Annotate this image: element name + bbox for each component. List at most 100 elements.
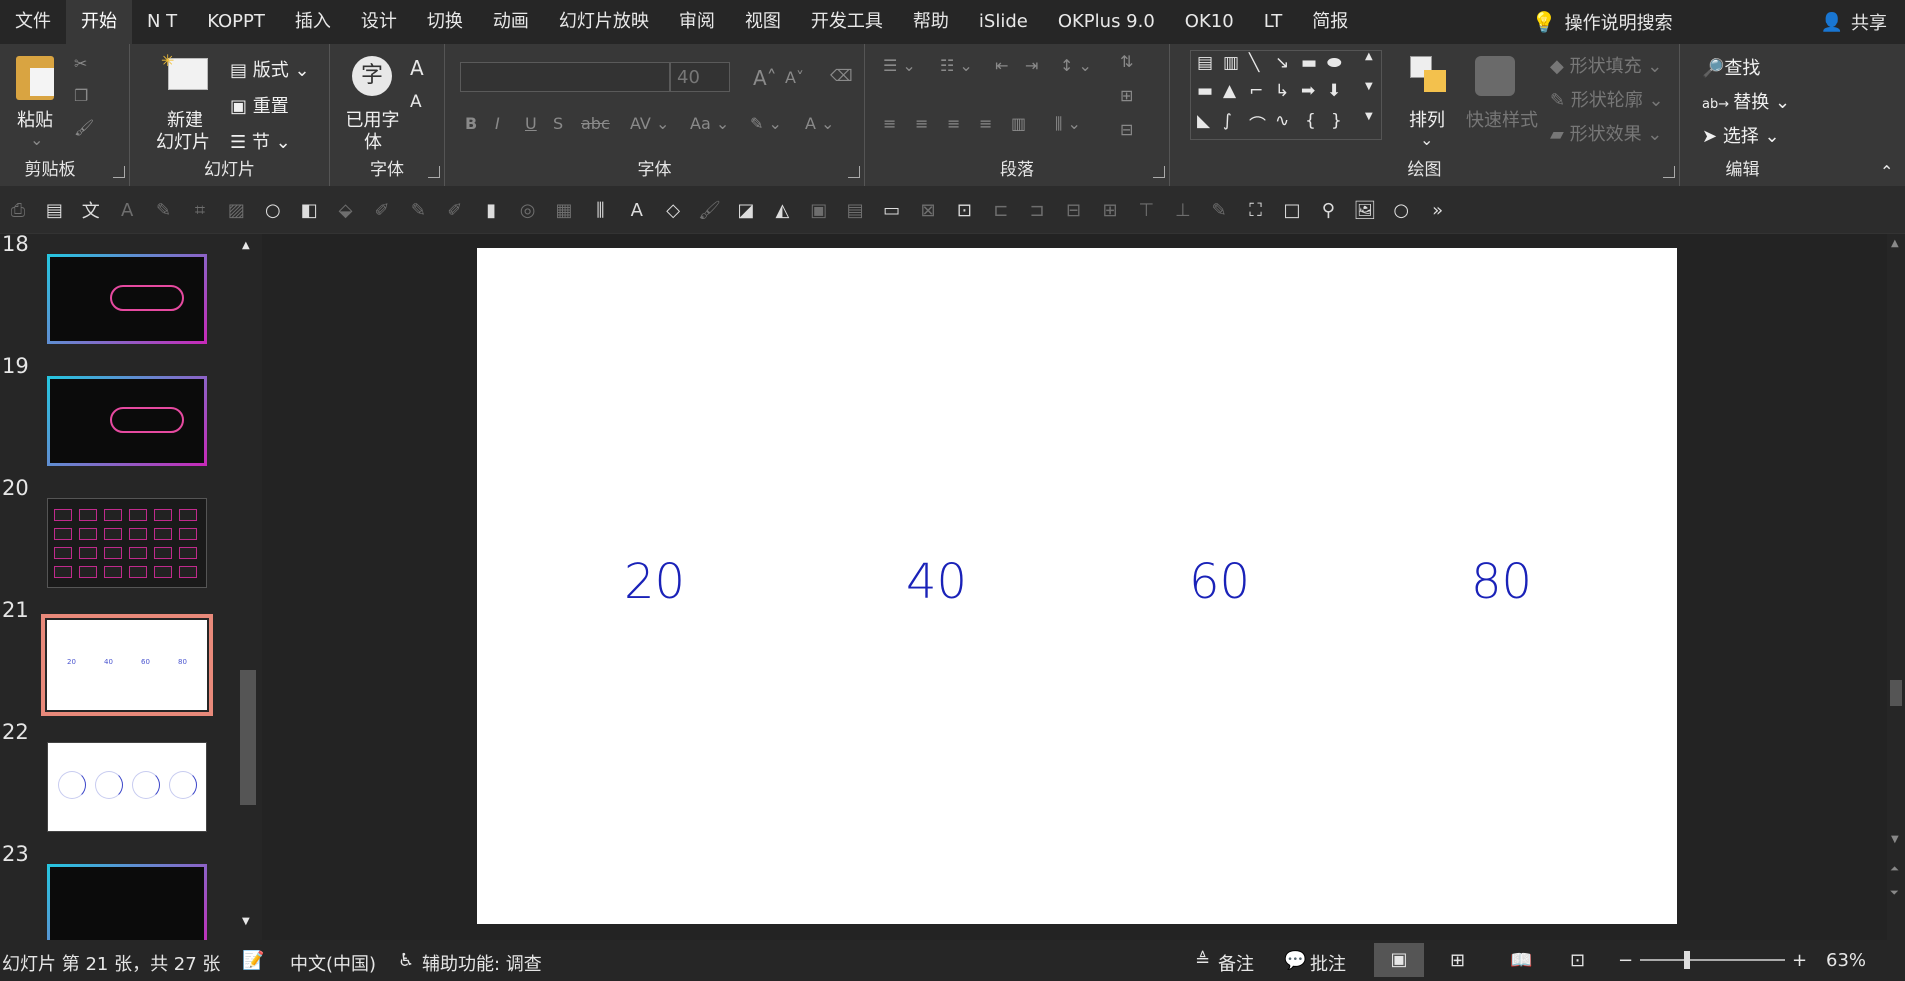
prev-slide-icon[interactable]: ⏶ [1890, 862, 1899, 876]
menu-tab[interactable]: 视图 [730, 0, 796, 44]
slide-thumbnail-row[interactable]: 22 [0, 720, 240, 832]
zoom-out-button[interactable]: − [1618, 950, 1633, 971]
text-direction-icon[interactable]: ⇅ [1120, 52, 1133, 71]
chevron-down-icon[interactable]: ⌄ [30, 130, 43, 149]
menu-tab[interactable]: 动画 [478, 0, 544, 44]
text-effect-icon[interactable]: A [625, 198, 649, 222]
gallery-scroll-down-icon[interactable]: ▼ [1365, 81, 1373, 92]
menu-tab[interactable]: LT [1249, 0, 1298, 44]
spell-check-icon[interactable]: 📝 [242, 950, 264, 971]
used-font-icon[interactable]: 字 [352, 56, 392, 96]
zoom-level[interactable]: 63% [1826, 950, 1866, 971]
bullets-icon[interactable]: ☰ ⌄ [883, 56, 916, 75]
find-button[interactable]: 🔎查找 [1702, 54, 1760, 80]
numbering-icon[interactable]: ☷ ⌄ [940, 56, 973, 75]
accessibility-status[interactable]: 辅助功能: 调查 [422, 950, 542, 976]
slide-thumbnail-row[interactable]: 18 [0, 232, 240, 344]
used-font-label-2[interactable]: 体 [348, 128, 398, 154]
textbox-icon[interactable]: ▤ [42, 198, 66, 222]
elbow-arrow-shape-icon[interactable]: ↳ [1275, 81, 1289, 101]
picture-icon[interactable]: ▨ [224, 198, 248, 222]
rounded-rect-shape-icon[interactable]: ▬ [1197, 81, 1213, 101]
cut-icon[interactable]: ✂ [74, 54, 87, 73]
gallery-more-icon[interactable]: ▼ [1365, 111, 1373, 122]
slide-thumbnail[interactable] [47, 376, 207, 466]
dialog-launcher-icon[interactable] [1153, 166, 1165, 178]
paste-icon[interactable] [16, 56, 54, 100]
distribute-icon[interactable]: ▥ [1011, 114, 1026, 133]
zoom-in-button[interactable]: + [1792, 950, 1807, 971]
slide-thumbnail[interactable] [47, 742, 207, 832]
slideshow-button[interactable]: ⊡ [1570, 950, 1585, 971]
menu-tab[interactable]: OK10 [1170, 0, 1249, 44]
grow-font-icon[interactable]: A [410, 56, 424, 80]
menu-tab[interactable]: 审阅 [664, 0, 730, 44]
grow-font-icon[interactable]: A˄ [753, 66, 777, 90]
rectangle-shape-icon[interactable]: ▬ [1301, 53, 1317, 73]
quick-styles-icon[interactable] [1475, 56, 1515, 96]
new-slide-label-2[interactable]: 幻灯片 [148, 128, 218, 154]
accessibility-icon[interactable]: ♿ [398, 950, 414, 971]
right-arrow-shape-icon[interactable]: ➡ [1301, 81, 1315, 101]
comments-button[interactable]: 批注 [1310, 950, 1346, 976]
menu-tab[interactable]: 幻灯片放映 [544, 0, 664, 44]
slide-canvas[interactable]: 20 40 60 80 [477, 248, 1677, 924]
shadow-icon[interactable]: S [553, 114, 563, 133]
menu-tab[interactable]: 文件 [0, 0, 66, 44]
scroll-up-icon[interactable]: ▲ [242, 240, 250, 251]
menu-tab[interactable]: iSlide [964, 0, 1043, 44]
slide-thumbnail-row[interactable]: 21 20 40 60 80 [0, 598, 240, 716]
vertical-textbox-shape-icon[interactable]: ▥ [1223, 53, 1239, 73]
freeform-shape-icon[interactable]: ∫ [1223, 111, 1232, 131]
dialog-launcher-icon[interactable] [428, 166, 440, 178]
shape-effect-button[interactable]: ▰ 形状效果 ⌄ [1550, 120, 1662, 146]
slide-sorter-button[interactable]: ⊞ [1450, 950, 1465, 971]
shape-outline-button[interactable]: ✎ 形状轮廓 ⌄ [1550, 86, 1664, 112]
paint-bucket-icon[interactable]: ⬙ [334, 198, 358, 222]
scroll-up-icon[interactable]: ▲ [1891, 238, 1899, 249]
font-color-icon[interactable]: A [115, 198, 139, 222]
triangle-shape-icon[interactable]: ▲ [1223, 81, 1236, 101]
fill-color-icon[interactable]: ◧ [297, 198, 321, 222]
next-slide-icon[interactable]: ⏷ [1890, 886, 1899, 900]
image-icon[interactable]: 🖼 [1353, 198, 1377, 222]
slide-thumbnail-row[interactable]: 20 [0, 476, 240, 588]
justify-icon[interactable]: ≡ [979, 114, 992, 133]
columns-icon[interactable]: ⫼ ⌄ [1055, 114, 1081, 134]
slide-thumbnail[interactable] [47, 498, 207, 588]
dialog-launcher-icon[interactable] [1663, 166, 1675, 178]
textframe-icon[interactable]: ▭ [880, 198, 904, 222]
align-bottom-icon[interactable]: ⊥ [1171, 198, 1195, 222]
underline-icon[interactable]: U [525, 114, 537, 133]
menu-tab[interactable]: 开始 [66, 0, 132, 44]
zoom-slider[interactable] [1640, 951, 1785, 969]
text-icon[interactable]: 文 [79, 198, 103, 222]
slide-thumbnail[interactable] [47, 254, 207, 344]
scrollbar-thumb[interactable] [1890, 680, 1902, 706]
line-spacing-icon[interactable]: ↕ ⌄ [1060, 56, 1092, 75]
reset-button[interactable]: ▣ 重置 [230, 92, 289, 118]
align-text-icon[interactable]: ⊞ [1120, 86, 1133, 105]
align-middle-icon[interactable]: ⊞ [1098, 198, 1122, 222]
group-icon[interactable]: ▣ [807, 198, 831, 222]
scrollbar-thumb[interactable] [240, 670, 256, 805]
down-arrow-shape-icon[interactable]: ⬇ [1327, 81, 1341, 101]
align-left-icon[interactable]: ≡ [883, 114, 896, 133]
normal-view-button[interactable]: ▣ [1374, 943, 1424, 977]
highlight-icon[interactable]: ✎ ⌄ [750, 114, 782, 133]
textbox-shape-icon[interactable]: ▤ [1197, 53, 1213, 73]
dialog-launcher-icon[interactable] [113, 166, 125, 178]
shape-fill-button[interactable]: ◆ 形状填充 ⌄ [1550, 52, 1662, 78]
zoom-slider-thumb[interactable] [1684, 951, 1690, 969]
font-size-input[interactable]: 40 [670, 62, 730, 92]
reading-view-button[interactable]: 📖 [1510, 950, 1532, 971]
pencil-icon[interactable]: ✎ [1207, 198, 1231, 222]
scroll-down-icon[interactable]: ▼ [242, 916, 250, 927]
shrink-font-icon[interactable]: A [410, 92, 422, 112]
snip-shape-icon[interactable]: ◣ [1197, 111, 1210, 131]
menu-tab[interactable]: 设计 [346, 0, 412, 44]
notes-icon[interactable]: ≜ [1195, 950, 1210, 971]
elbow-connector-shape-icon[interactable]: ⌐ [1249, 81, 1263, 101]
menu-tab[interactable]: 简报 [1297, 0, 1363, 44]
print-icon[interactable]: ⎙ [6, 198, 30, 222]
